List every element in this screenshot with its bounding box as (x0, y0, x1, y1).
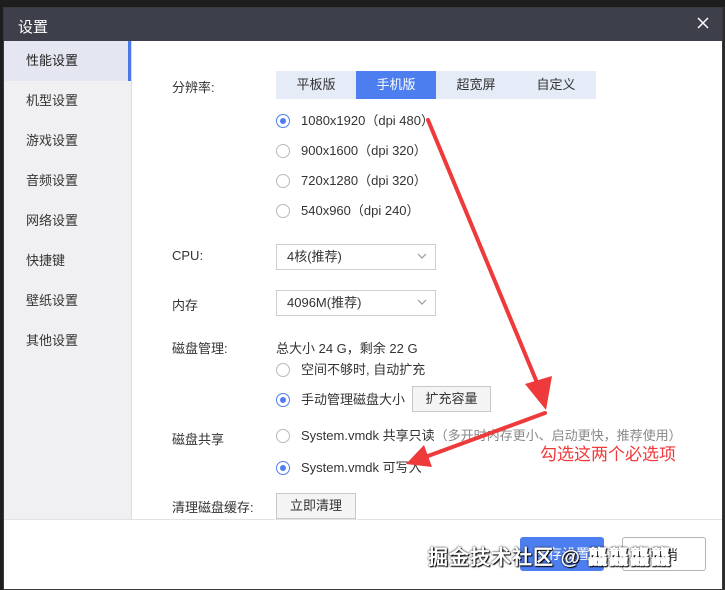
memory-select[interactable]: 4096M(推荐) (276, 290, 436, 316)
resolution-tabs: 平板版 手机版 超宽屏 自定义 (276, 71, 596, 99)
sidebar-item-network[interactable]: 网络设置 (4, 201, 131, 241)
option-label: 空间不够时, 自动扩充 (301, 362, 426, 377)
option-label: 手动管理磁盘大小 (301, 392, 406, 407)
sidebar-item-label: 壁纸设置 (26, 293, 79, 308)
disk-manual-option[interactable]: 手动管理磁盘大小 (276, 389, 405, 411)
sidebar-item-wallpaper[interactable]: 壁纸设置 (4, 281, 131, 321)
disk-label: 磁盘管理: (172, 341, 228, 356)
sidebar-item-label: 网络设置 (26, 213, 79, 228)
radio-selected-icon[interactable] (276, 392, 290, 407)
resolution-option-1080[interactable]: 1080x1920（dpi 480） (276, 110, 434, 132)
option-label: 720x1280（dpi 320） (301, 173, 427, 188)
resolution-option-900[interactable]: 900x1600（dpi 320） (276, 140, 427, 162)
sidebar-item-game[interactable]: 游戏设置 (4, 121, 131, 161)
sidebar-item-label: 性能设置 (26, 53, 79, 68)
radio-icon[interactable] (276, 362, 290, 377)
sidebar-item-label: 游戏设置 (26, 133, 79, 148)
option-label: System.vmdk 可写入 (301, 460, 422, 475)
sidebar-item-model[interactable]: 机型设置 (4, 81, 131, 121)
settings-sidebar: 性能设置 机型设置 游戏设置 音频设置 网络设置 快捷键 壁纸设置 其他设置 (4, 41, 132, 519)
watermark: 掘金技术社区 @ 龘龘龘龘 (428, 547, 672, 569)
settings-dialog: 设置 性能设置 机型设置 游戏设置 音频设置 网络设置 快捷键 壁纸设置 其他设… (3, 7, 723, 590)
radio-icon[interactable] (276, 173, 290, 188)
option-label: System.vmdk 共享只读 (301, 428, 435, 443)
cpu-value: 4核(推荐) (287, 249, 342, 264)
disk-total: 总大小 24 G，剩余 22 G (276, 341, 418, 356)
tab-custom[interactable]: 自定义 (516, 71, 596, 99)
disk-auto-expand-option[interactable]: 空间不够时, 自动扩充 (276, 359, 425, 381)
chevron-down-icon (417, 299, 427, 305)
resolution-label: 分辨率: (172, 80, 215, 95)
sidebar-item-label: 机型设置 (26, 93, 79, 108)
memory-value: 4096M(推荐) (287, 295, 362, 310)
sidebar-item-label: 快捷键 (26, 253, 66, 268)
sidebar-item-shortcuts[interactable]: 快捷键 (4, 241, 131, 281)
tab-tablet[interactable]: 平板版 (276, 71, 356, 99)
sidebar-item-performance[interactable]: 性能设置 (4, 41, 131, 81)
background-top-edge (0, 0, 725, 7)
disk-share-writable-option[interactable]: System.vmdk 可写入 (276, 457, 422, 479)
radio-selected-icon[interactable] (276, 113, 290, 128)
resolution-option-540[interactable]: 540x960（dpi 240） (276, 200, 420, 222)
cpu-label: CPU: (172, 248, 204, 263)
sidebar-item-audio[interactable]: 音频设置 (4, 161, 131, 201)
window-title: 设置 (18, 19, 49, 36)
sidebar-item-label: 音频设置 (26, 173, 79, 188)
tab-ultrawide[interactable]: 超宽屏 (436, 71, 516, 99)
expand-capacity-button[interactable]: 扩充容量 (412, 386, 491, 412)
tab-phone[interactable]: 手机版 (356, 71, 436, 99)
disk-share-label: 磁盘共享 (172, 432, 225, 447)
resolution-option-720[interactable]: 720x1280（dpi 320） (276, 170, 427, 192)
sidebar-item-label: 其他设置 (26, 333, 79, 348)
radio-selected-icon[interactable] (276, 460, 290, 475)
radio-icon[interactable] (276, 203, 290, 218)
radio-icon[interactable] (276, 143, 290, 158)
clear-cache-label: 清理磁盘缓存: (172, 500, 254, 515)
sidebar-item-other[interactable]: 其他设置 (4, 321, 131, 361)
chevron-down-icon (417, 253, 427, 259)
close-icon[interactable] (694, 14, 712, 32)
cpu-select[interactable]: 4核(推荐) (276, 244, 436, 270)
radio-icon[interactable] (276, 428, 290, 443)
option-label: 540x960（dpi 240） (301, 203, 420, 218)
option-label: 1080x1920（dpi 480） (301, 113, 434, 128)
memory-label: 内存 (172, 298, 199, 313)
clear-now-button[interactable]: 立即清理 (276, 493, 356, 519)
title-bar: 设置 (4, 8, 722, 41)
annotation-text: 勾选这两个必选项 (540, 445, 676, 464)
option-label: 900x1600（dpi 320） (301, 143, 427, 158)
